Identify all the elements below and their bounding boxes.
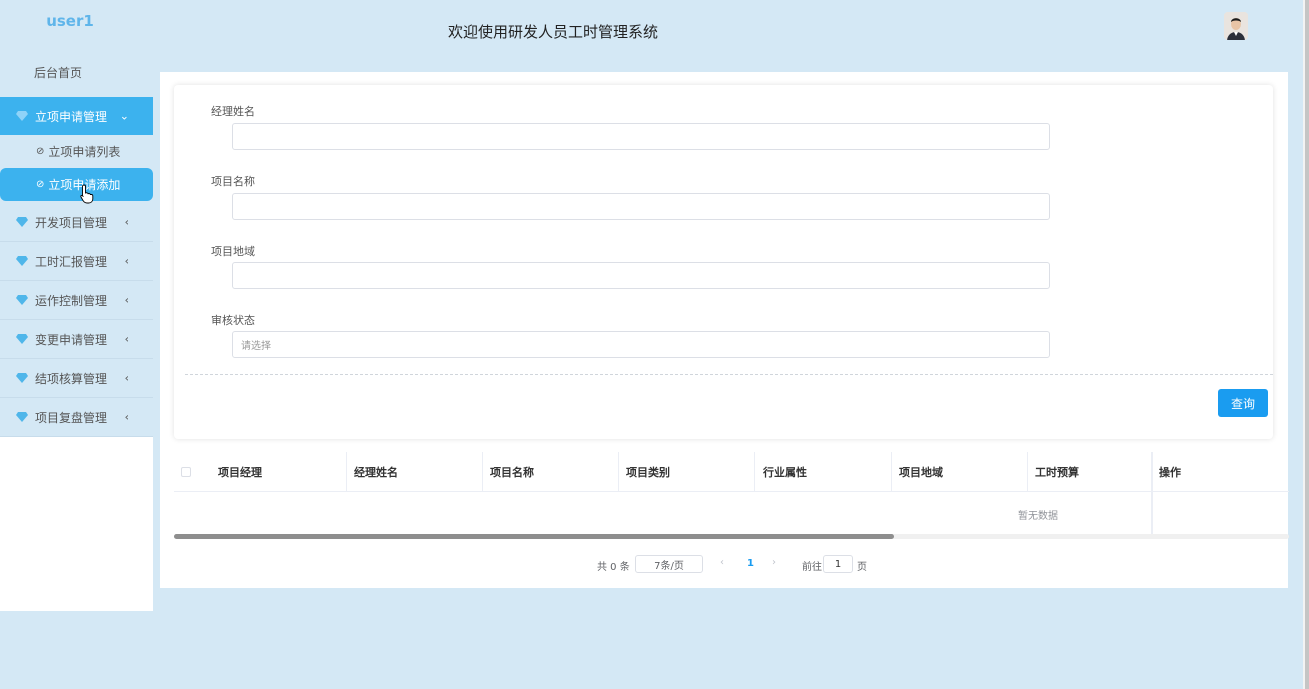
pagination: 共 0 条 7条/页 ‹ 1 › 前往 1 页 [160, 555, 1288, 573]
column-header: 操作 [1159, 466, 1181, 479]
sidebar-item-label: 变更申请管理 [35, 332, 108, 347]
review-status-select[interactable]: 请选择 [232, 331, 1050, 358]
page-size-select[interactable]: 7条/页 [635, 555, 703, 573]
submenu: ⊘ 立项申请列表 ⊘ 立项申请添加 [0, 135, 153, 203]
page-suffix: 页 [857, 562, 867, 573]
diamond-icon [16, 295, 28, 305]
empty-table-text: 暂无数据 [1018, 511, 1058, 522]
total-count: 共 0 条 [597, 562, 630, 573]
sidebar-item-label: 工时汇报管理 [35, 254, 108, 269]
sidebar-item-timesheet[interactable]: 工时汇报管理 ‹ [0, 242, 153, 281]
diamond-icon [16, 373, 28, 383]
sidebar-item-dev-project[interactable]: 开发项目管理 ‹ [0, 203, 153, 242]
horizontal-scrollbar-thumb[interactable] [174, 534, 894, 539]
sidebar-item-change-request[interactable]: 变更申请管理 ‹ [0, 320, 153, 359]
hand-cursor-icon [80, 184, 94, 204]
column-header[interactable]: 项目类别 [618, 452, 755, 492]
sidebar-item-closing-accounting[interactable]: 结项核算管理 ‹ [0, 359, 153, 398]
divider [185, 374, 1273, 375]
page-number[interactable]: 1 [747, 558, 754, 569]
sidebar-subitem-application-list[interactable]: ⊘ 立项申请列表 [0, 135, 153, 168]
sidebar-item-project-application[interactable]: 立项申请管理 ⌄ [0, 97, 153, 135]
sidebar-item-label: 开发项目管理 [35, 215, 108, 230]
main-content: 经理姓名 项目名称 项目地域 审核状态 请选择 查询 项目经理 经理姓名 项目名… [160, 72, 1289, 588]
search-form: 经理姓名 项目名称 项目地域 审核状态 请选择 查询 [174, 85, 1273, 439]
diamond-icon [16, 412, 28, 422]
window-border [1305, 0, 1309, 689]
sidebar-subitem-application-add[interactable]: ⊘ 立项申请添加 [0, 168, 153, 201]
column-header[interactable]: 项目经理 [210, 452, 347, 492]
sidebar-item-operation-control[interactable]: 运作控制管理 ‹ [0, 281, 153, 320]
project-name-input[interactable] [232, 193, 1050, 220]
check-circle-icon: ⊘ [36, 179, 45, 190]
project-region-label: 项目地域 [211, 245, 255, 258]
sidebar-item-label: 运作控制管理 [35, 293, 108, 308]
query-button[interactable]: 查询 [1218, 389, 1268, 417]
check-circle-icon: ⊘ [36, 146, 45, 157]
manager-name-label: 经理姓名 [211, 105, 255, 118]
column-header[interactable]: 经理姓名 [346, 452, 483, 492]
project-region-input[interactable] [232, 262, 1050, 289]
goto-page-input[interactable]: 1 [823, 555, 853, 573]
sidebar: user1 后台首页 立项申请管理 ⌄ ⊘ 立项申请列表 ⊘ 立项申请添加 开发… [0, 0, 153, 611]
diamond-icon [16, 111, 28, 121]
user-avatar-icon [1224, 12, 1248, 40]
sidebar-item-label: 结项核算管理 [35, 371, 108, 386]
chevron-left-icon: ‹ [124, 371, 129, 385]
project-name-label: 项目名称 [211, 175, 255, 188]
avatar[interactable] [1224, 12, 1248, 40]
column-header[interactable]: 项目名称 [482, 452, 619, 492]
chevron-down-icon: ⌄ [119, 109, 129, 123]
data-table: 项目经理 经理姓名 项目名称 项目类别 行业属性 项目地域 工时预算 操作 暂无… [174, 452, 1289, 540]
chevron-left-icon: ‹ [124, 410, 129, 424]
manager-name-input[interactable] [232, 123, 1050, 150]
username: user1 [46, 12, 94, 30]
sidebar-item-home[interactable]: 后台首页 [34, 64, 82, 81]
review-status-label: 审核状态 [211, 314, 255, 327]
page-title: 欢迎使用研发人员工时管理系统 [448, 23, 659, 41]
diamond-icon [16, 256, 28, 266]
chevron-left-icon: ‹ [124, 215, 129, 229]
chevron-left-icon: ‹ [124, 254, 129, 268]
column-header[interactable]: 行业属性 [755, 452, 892, 492]
select-all-checkbox[interactable] [181, 467, 191, 477]
fixed-column-divider [1151, 452, 1153, 538]
diamond-icon [16, 334, 28, 344]
chevron-left-icon: ‹ [124, 293, 129, 307]
column-header[interactable]: 工时预算 [1027, 452, 1152, 492]
column-header[interactable]: 项目地域 [891, 452, 1028, 492]
sidebar-item-label: 项目复盘管理 [35, 410, 108, 425]
diamond-icon [16, 217, 28, 227]
sidebar-subitem-label: 立项申请列表 [48, 145, 121, 159]
sidebar-item-label: 立项申请管理 [35, 109, 108, 124]
sidebar-item-project-review[interactable]: 项目复盘管理 ‹ [0, 398, 153, 437]
table-header: 项目经理 经理姓名 项目名称 项目类别 行业属性 项目地域 工时预算 操作 [174, 452, 1289, 492]
goto-label: 前往 [802, 562, 822, 573]
next-page-icon[interactable]: › [772, 557, 776, 568]
sidebar-header: user1 后台首页 [0, 0, 153, 97]
chevron-left-icon: ‹ [124, 332, 129, 346]
prev-page-icon[interactable]: ‹ [720, 557, 724, 568]
